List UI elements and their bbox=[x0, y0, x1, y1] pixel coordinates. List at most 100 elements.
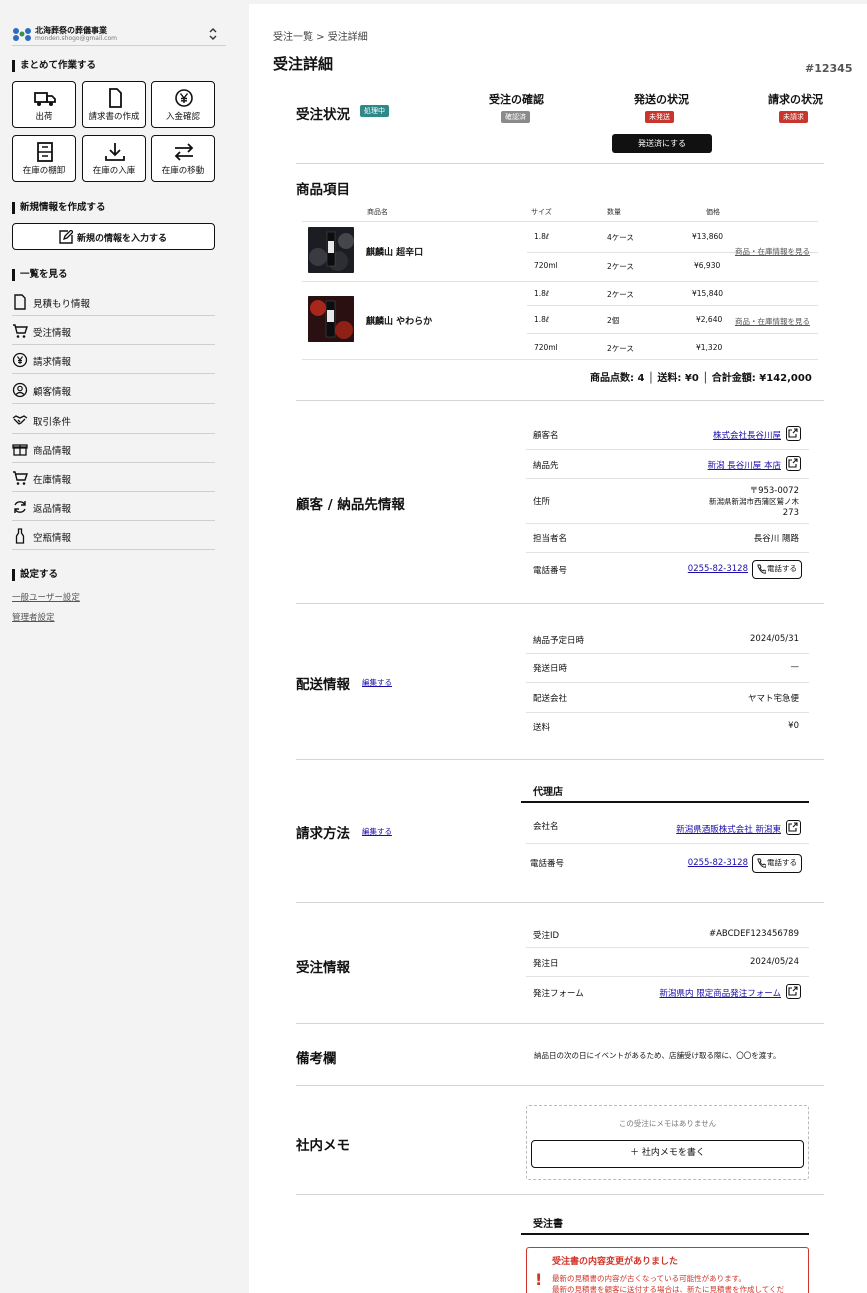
nav-label: 顧客情報 bbox=[33, 387, 72, 398]
row-divider bbox=[526, 552, 809, 553]
billing-title: 請求方法 bbox=[296, 826, 350, 842]
memo-box: この受注にメモはありません ＋ 社内メモを書く bbox=[526, 1105, 809, 1180]
write-memo-button[interactable]: ＋ 社内メモを書く bbox=[531, 1140, 804, 1168]
divider bbox=[296, 163, 824, 164]
view-stock-link[interactable]: 商品・在庫情報を見る bbox=[735, 246, 810, 257]
row-divider bbox=[526, 653, 809, 654]
carrier-label: 配送会社 bbox=[533, 694, 568, 704]
table-cell: 1.8ℓ bbox=[534, 232, 550, 241]
nav-orders[interactable]: 受注情報 bbox=[12, 316, 215, 345]
breadcrumb[interactable]: 受注一覧 > 受注詳細 bbox=[273, 28, 368, 43]
nav-empty-bottles[interactable]: 空瓶情報 bbox=[12, 521, 215, 550]
phone-link[interactable]: 0255-82-3128 bbox=[688, 564, 748, 574]
row-divider bbox=[526, 712, 809, 713]
memo-empty-text: この受注にメモはありません bbox=[618, 1119, 717, 1128]
phone-icon bbox=[757, 858, 766, 868]
external-link-button[interactable] bbox=[786, 820, 801, 835]
table-line bbox=[302, 221, 818, 222]
edit-delivery-link[interactable]: 編集する bbox=[362, 677, 392, 688]
chevron-updown-icon[interactable] bbox=[208, 27, 218, 41]
view-stock-link[interactable]: 商品・在庫情報を見る bbox=[735, 316, 810, 327]
yen-icon bbox=[175, 89, 193, 107]
notes-text: 納品日の次の日にイベントがあるため、店舗受け取る際に、〇〇を渡す。 bbox=[534, 1051, 781, 1060]
col-header-name: 商品名 bbox=[367, 208, 388, 216]
call-button[interactable]: 電話する bbox=[752, 560, 802, 579]
divider bbox=[296, 1085, 824, 1086]
table-cell: ¥2,640 bbox=[696, 315, 723, 324]
nav-customers[interactable]: 顧客情報 bbox=[12, 375, 215, 404]
phone-label: 電話番号 bbox=[533, 566, 568, 576]
shipping-fee: ¥0 bbox=[788, 721, 799, 731]
billing-subheading: 代理店 bbox=[533, 787, 563, 798]
product-image bbox=[308, 296, 354, 342]
order-form-label: 発注フォーム bbox=[533, 989, 584, 999]
admin-settings-link[interactable]: 管理者設定 bbox=[12, 611, 55, 623]
order-id-label: 受注ID bbox=[533, 931, 560, 941]
billing-phone-link[interactable]: 0255-82-3128 bbox=[688, 858, 748, 868]
order-doc-subheading: 受注書 bbox=[533, 1219, 563, 1230]
general-user-settings-link[interactable]: 一般ユーザー設定 bbox=[12, 591, 80, 603]
account-switcher[interactable]: 北海葬祭の葬儀事業 monden.shogo@gmail.com bbox=[12, 24, 226, 46]
table-cell: ¥1,320 bbox=[696, 343, 723, 352]
nav-label: 商品情報 bbox=[33, 446, 72, 457]
table-line bbox=[302, 281, 818, 282]
tile-stocktake[interactable]: 在庫の棚卸 bbox=[12, 135, 76, 182]
divider bbox=[296, 759, 824, 760]
table-cell: 1.8ℓ bbox=[534, 289, 550, 298]
tile-stock-move[interactable]: 在庫の移動 bbox=[151, 135, 215, 182]
new-entry-button[interactable]: 新規の情報を入力する bbox=[12, 223, 215, 250]
address-label: 住所 bbox=[533, 497, 551, 507]
external-link-button[interactable] bbox=[786, 984, 801, 999]
nav-invoices[interactable]: 請求情報 bbox=[12, 345, 215, 374]
table-cell: ¥15,840 bbox=[692, 289, 724, 298]
change-alert: ! 受注書の内容変更がありました 最新の見積書の内容が古くなっている可能性があり… bbox=[526, 1247, 809, 1293]
list-section-title: 一覧を見る bbox=[12, 269, 68, 281]
contact-label: 担当者名 bbox=[533, 534, 568, 544]
external-link-button[interactable] bbox=[786, 426, 801, 441]
col-header-price: 価格 bbox=[706, 208, 720, 216]
address-postal: 〒953-0072 bbox=[749, 486, 799, 496]
nav-stock[interactable]: 在庫情報 bbox=[12, 463, 215, 492]
table-cell: 4ケース bbox=[607, 233, 634, 242]
mark-shipped-button[interactable]: 発送済にする bbox=[612, 134, 712, 153]
nav-label: 見積もり情報 bbox=[33, 299, 91, 310]
customer-name-link[interactable]: 株式会社長谷川屋 bbox=[713, 429, 781, 441]
carrier: ヤマト宅急便 bbox=[747, 694, 799, 704]
product-name: 麒麟山 超辛口 bbox=[366, 248, 424, 258]
destination-link[interactable]: 新潟 長谷川屋 本店 bbox=[708, 459, 781, 471]
billing-company-link[interactable]: 新潟県酒販株式会社 新潟東 bbox=[676, 823, 781, 835]
tile-payment-check[interactable]: 入金確認 bbox=[151, 81, 215, 128]
memo-title: 社内メモ bbox=[296, 1138, 350, 1154]
nav-label: 返品情報 bbox=[33, 504, 72, 515]
ship-date: — bbox=[790, 662, 800, 672]
table-cell: ¥13,860 bbox=[692, 232, 724, 241]
nav-returns[interactable]: 返品情報 bbox=[12, 492, 215, 521]
table-line bbox=[527, 333, 818, 334]
row-divider bbox=[526, 947, 809, 948]
tile-shipping[interactable]: 出荷 bbox=[12, 81, 76, 128]
external-link-button[interactable] bbox=[786, 456, 801, 471]
tile-label: 在庫の入庫 bbox=[92, 166, 136, 176]
order-date-label: 発注日 bbox=[533, 959, 559, 969]
order-form-link[interactable]: 新潟県内 限定商品発注フォーム bbox=[660, 987, 781, 999]
new-section-title: 新規情報を作成する bbox=[12, 202, 106, 214]
customer-name-label: 顧客名 bbox=[533, 431, 559, 441]
tile-create-invoice[interactable]: 請求書の作成 bbox=[82, 81, 146, 128]
sidebar: 北海葬祭の葬儀事業 monden.shogo@gmail.com まとめて作業す… bbox=[0, 0, 249, 1293]
call-button[interactable]: 電話する bbox=[752, 854, 802, 873]
ship-status-badge: 未発送 bbox=[645, 111, 674, 123]
table-cell: 1.8ℓ bbox=[534, 315, 550, 324]
alert-exclamation-icon: ! bbox=[535, 1270, 543, 1289]
nav-terms[interactable]: 取引条件 bbox=[12, 405, 215, 434]
subheading-rule bbox=[521, 1233, 809, 1235]
tile-label: 出荷 bbox=[35, 112, 53, 122]
tile-stock-in[interactable]: 在庫の入庫 bbox=[82, 135, 146, 182]
confirm-status-badge: 確認済 bbox=[501, 111, 530, 123]
nav-products[interactable]: 商品情報 bbox=[12, 434, 215, 463]
edit-billing-link[interactable]: 編集する bbox=[362, 826, 392, 837]
status-badge: 処理中 bbox=[360, 105, 389, 117]
order-id: #ABCDEF123456789 bbox=[708, 929, 799, 939]
divider bbox=[296, 902, 824, 903]
order-number: #12345 bbox=[805, 62, 853, 75]
nav-quotes[interactable]: 見積もり情報 bbox=[12, 287, 215, 316]
